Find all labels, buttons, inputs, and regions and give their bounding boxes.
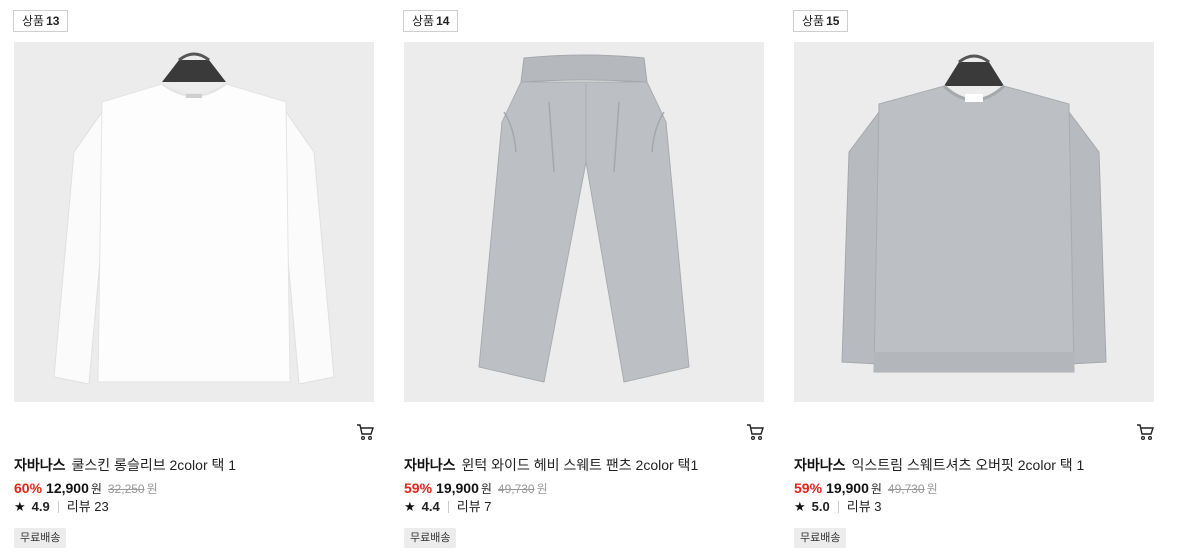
price-row: 59% 19,900 원 49,730 원 xyxy=(404,478,548,499)
shopping-cart-icon xyxy=(357,424,374,441)
price-row: 59% 19,900 원 49,730 원 xyxy=(794,478,938,499)
review-count: 7 xyxy=(484,499,492,514)
sale-price: 12,900 xyxy=(46,480,89,496)
divider xyxy=(57,501,59,513)
brand-name[interactable]: 자바나스 xyxy=(14,457,66,473)
product-title[interactable]: 자바나스 쿨스킨 롱슬리브 2color 택 1 xyxy=(14,455,372,475)
free-shipping-badge: 무료배송 xyxy=(14,528,67,548)
rank-number: 14 xyxy=(436,14,450,28)
add-to-cart-button[interactable] xyxy=(1136,423,1154,441)
grey-sweatshirt-image xyxy=(841,54,1107,373)
rank-badge: 상품 13 xyxy=(13,10,69,32)
grey-sweat-pants-image xyxy=(478,54,690,383)
review-count: 3 xyxy=(874,499,882,514)
product-name[interactable]: 쿨스킨 롱슬리브 2color 택 1 xyxy=(72,457,237,473)
product-image[interactable] xyxy=(404,42,764,402)
star-icon: ★ xyxy=(794,499,806,514)
discount-rate: 59% xyxy=(404,480,433,496)
product-title[interactable]: 자바나스 윈턱 와이드 헤비 스웨트 팬츠 2color 택1 xyxy=(404,455,762,475)
rank-label: 상품 xyxy=(802,14,825,28)
currency-unit: 원 xyxy=(870,482,882,496)
divider xyxy=(837,501,839,513)
original-currency-unit: 원 xyxy=(146,482,158,496)
product-image[interactable] xyxy=(14,42,374,402)
sale-price: 19,900 xyxy=(436,480,479,496)
rating-row: ★ 5.0 리뷰 3 xyxy=(794,497,882,517)
original-currency-unit: 원 xyxy=(926,482,938,496)
star-icon: ★ xyxy=(14,499,26,514)
product-name[interactable]: 익스트림 스웨트셔츠 오버핏 2color 택 1 xyxy=(852,457,1085,473)
original-price: 32,250 xyxy=(107,482,145,496)
review-label: 리뷰 xyxy=(846,499,871,514)
add-to-cart-button[interactable] xyxy=(746,423,764,441)
price-row: 60% 12,900 원 32,250 원 xyxy=(14,478,158,499)
star-icon: ★ xyxy=(404,499,416,514)
product-title[interactable]: 자바나스 익스트림 스웨트셔츠 오버핏 2color 택 1 xyxy=(794,455,1152,475)
currency-unit: 원 xyxy=(90,482,102,496)
brand-name[interactable]: 자바나스 xyxy=(404,457,456,473)
review-label: 리뷰 xyxy=(66,499,91,514)
divider xyxy=(447,501,449,513)
rank-badge: 상품 15 xyxy=(793,10,849,32)
review-count: 23 xyxy=(94,499,109,514)
brand-name[interactable]: 자바나스 xyxy=(794,457,846,473)
discount-rate: 60% xyxy=(14,480,43,496)
rating-value: 5.0 xyxy=(811,499,830,514)
product-card[interactable]: 상품 14 자바나스 윈턱 와이드 헤비 스웨트 팬츠 2color 택1 59% 1… xyxy=(402,0,764,553)
review-label: 리뷰 xyxy=(456,499,481,514)
rank-number: 13 xyxy=(46,14,60,28)
product-card[interactable]: 상품 13 자바나스 쿨스킨 롱슬리브 2color 택 1 60% 12,900 원 3… xyxy=(12,0,374,553)
rank-label: 상품 xyxy=(22,14,45,28)
original-price: 49,730 xyxy=(887,482,925,496)
product-card[interactable]: 상품 15 자바나스 익스트림 스웨트셔츠 오버핏 2color 택 1 59% 19… xyxy=(792,0,1154,553)
product-name[interactable]: 윈턱 와이드 헤비 스웨트 팬츠 2color 택1 xyxy=(462,457,699,473)
product-image[interactable] xyxy=(794,42,1154,402)
discount-rate: 59% xyxy=(794,480,823,496)
rank-badge: 상품 14 xyxy=(403,10,459,32)
white-long-sleeve-tee-image xyxy=(53,52,335,385)
free-shipping-badge: 무료배송 xyxy=(404,528,457,548)
original-price: 49,730 xyxy=(497,482,535,496)
rating-value: 4.9 xyxy=(31,499,50,514)
rank-number: 15 xyxy=(826,14,840,28)
rank-label: 상품 xyxy=(412,14,435,28)
sale-price: 19,900 xyxy=(826,480,869,496)
shopping-cart-icon xyxy=(1137,424,1154,441)
add-to-cart-button[interactable] xyxy=(356,423,374,441)
rating-row: ★ 4.9 리뷰 23 xyxy=(14,497,109,517)
currency-unit: 원 xyxy=(480,482,492,496)
original-currency-unit: 원 xyxy=(536,482,548,496)
shopping-cart-icon xyxy=(747,424,764,441)
rating-row: ★ 4.4 리뷰 7 xyxy=(404,497,492,517)
rating-value: 4.4 xyxy=(421,499,440,514)
free-shipping-badge: 무료배송 xyxy=(794,528,847,548)
